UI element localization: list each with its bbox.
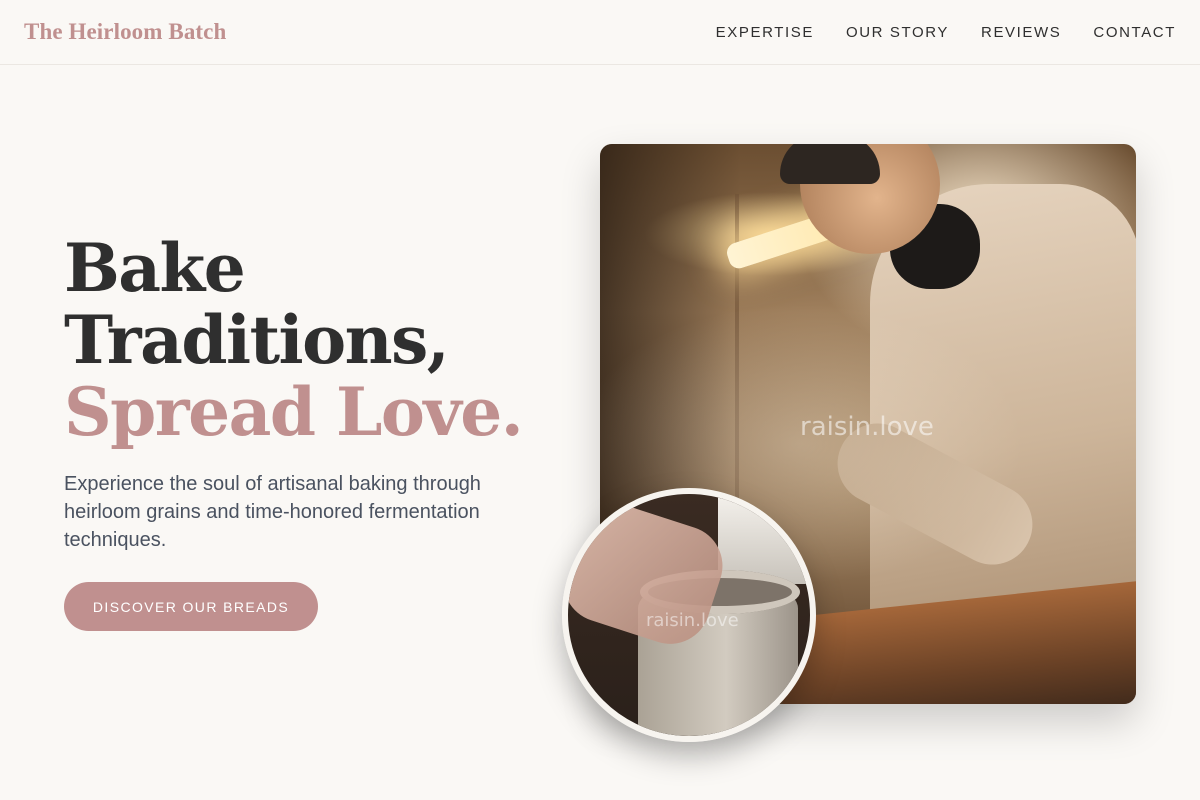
pottery-inset-photo: raisin.love xyxy=(562,488,816,742)
nav-link-reviews[interactable]: REVIEWS xyxy=(981,24,1061,41)
discover-breads-button[interactable]: DISCOVER OUR BREADS xyxy=(64,582,318,631)
photo-watermark: raisin.love xyxy=(800,412,934,442)
main-nav: EXPERTISE OUR STORY REVIEWS CONTACT xyxy=(684,24,1176,41)
site-header: The Heirloom Batch EXPERTISE OUR STORY R… xyxy=(0,0,1200,65)
nav-link-our-story[interactable]: OUR STORY xyxy=(846,24,949,41)
nav-link-expertise[interactable]: EXPERTISE xyxy=(716,24,814,41)
headline-accent: Spread Love. xyxy=(64,373,524,451)
headline-line-1: Bake xyxy=(64,229,246,307)
page: The Heirloom Batch EXPERTISE OUR STORY R… xyxy=(0,0,1200,800)
inset-watermark: raisin.love xyxy=(646,610,739,631)
headline-line-2: Traditions, xyxy=(64,301,450,379)
hero-subtext: Experience the soul of artisanal baking … xyxy=(64,473,481,551)
brand-logo[interactable]: The Heirloom Batch xyxy=(24,19,226,45)
nav-link-contact[interactable]: CONTACT xyxy=(1093,24,1176,41)
hero-headline: Bake Traditions, Spread Love. xyxy=(64,232,584,448)
